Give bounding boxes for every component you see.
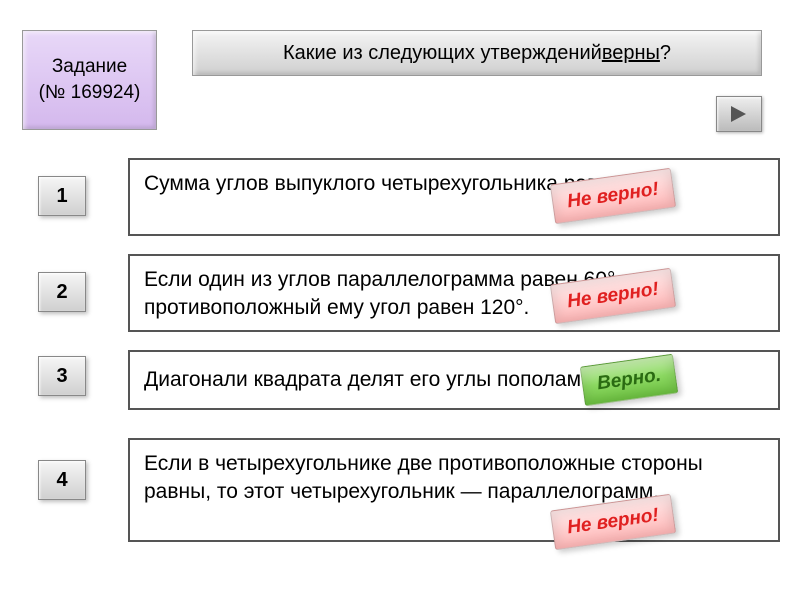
statement-2: Если один из углов параллелограмма равен… [128,254,780,332]
question-suffix: ? [660,42,671,65]
option-button-2[interactable]: 2 [38,272,86,312]
question-prefix: Какие из следующих утверждений [283,42,602,65]
option-button-4[interactable]: 4 [38,460,86,500]
statement-3: Диагонали квадрата делят его углы попола… [128,350,780,410]
task-number-line: (№ 169924) [39,82,141,104]
statement-4: Если в четырехугольнике две противополож… [128,438,780,542]
question-emph: верны [602,42,660,65]
task-card: Задание (№ 169924) [22,30,157,130]
option-button-1[interactable]: 1 [38,176,86,216]
task-label: Задание [52,56,127,78]
option-button-3[interactable]: 3 [38,356,86,396]
question-bar: Какие из следующих утверждений верны ? [192,30,762,76]
arrow-right-icon [728,103,750,125]
statement-1: Сумма углов выпуклого четырехугольника р… [128,158,780,236]
next-arrow-button[interactable] [716,96,762,132]
